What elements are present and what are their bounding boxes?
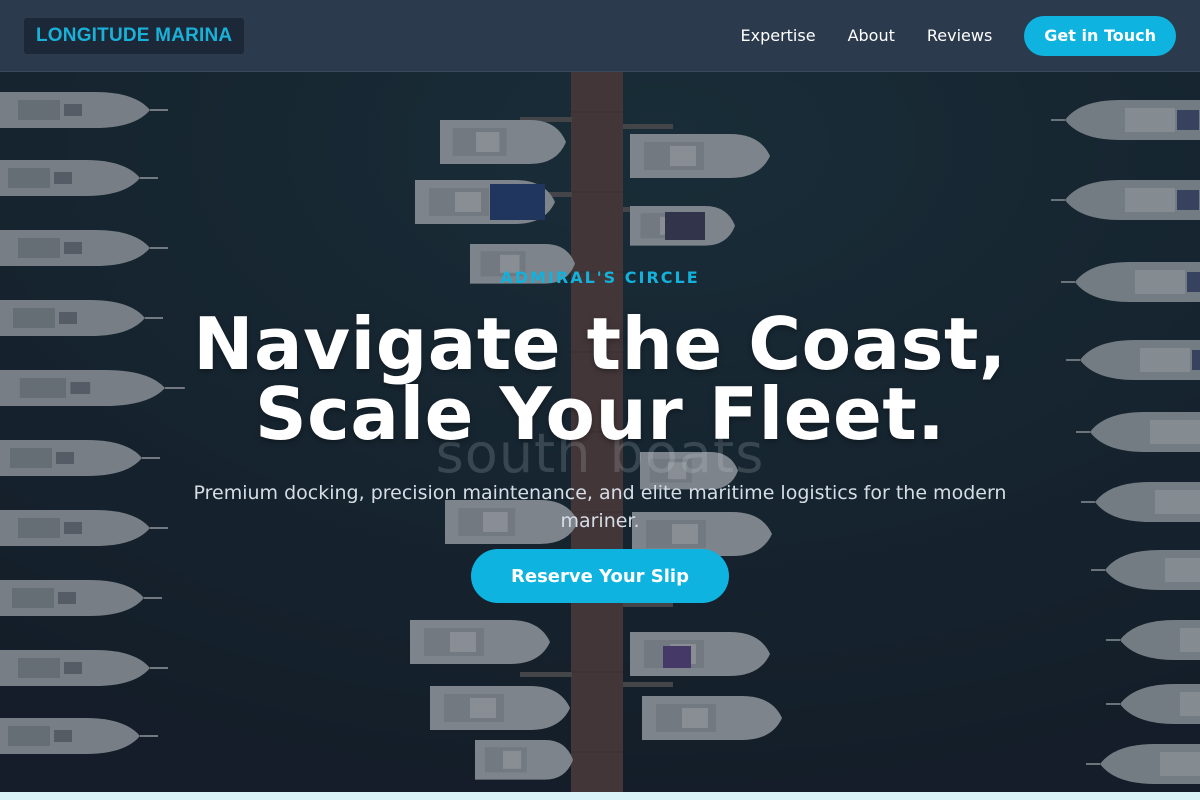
get-in-touch-button[interactable]: Get in Touch	[1024, 15, 1176, 56]
reserve-slip-button[interactable]: Reserve Your Slip	[471, 549, 729, 603]
nav-link-expertise[interactable]: Expertise	[741, 26, 816, 45]
hero-subtitle: Premium docking, precision maintenance, …	[193, 482, 1007, 532]
main-nav: Expertise About Reviews	[741, 26, 993, 45]
nav-link-about[interactable]: About	[848, 26, 895, 45]
brand-logo[interactable]: LONGITUDE MARINA	[24, 17, 245, 54]
hero-title: Navigate the Coast, Scale Your Fleet.	[193, 302, 1007, 456]
next-section-edge	[0, 792, 1200, 800]
nav-link-reviews[interactable]: Reviews	[927, 26, 992, 45]
hero-section: south boats ADMIRAL'S CIRCLE Navigate th…	[0, 72, 1200, 792]
hero-content: ADMIRAL'S CIRCLE Navigate the Coast, Sca…	[0, 72, 1200, 792]
site-header: LONGITUDE MARINA Expertise About Reviews…	[0, 0, 1200, 72]
hero-eyebrow: ADMIRAL'S CIRCLE	[500, 268, 700, 287]
